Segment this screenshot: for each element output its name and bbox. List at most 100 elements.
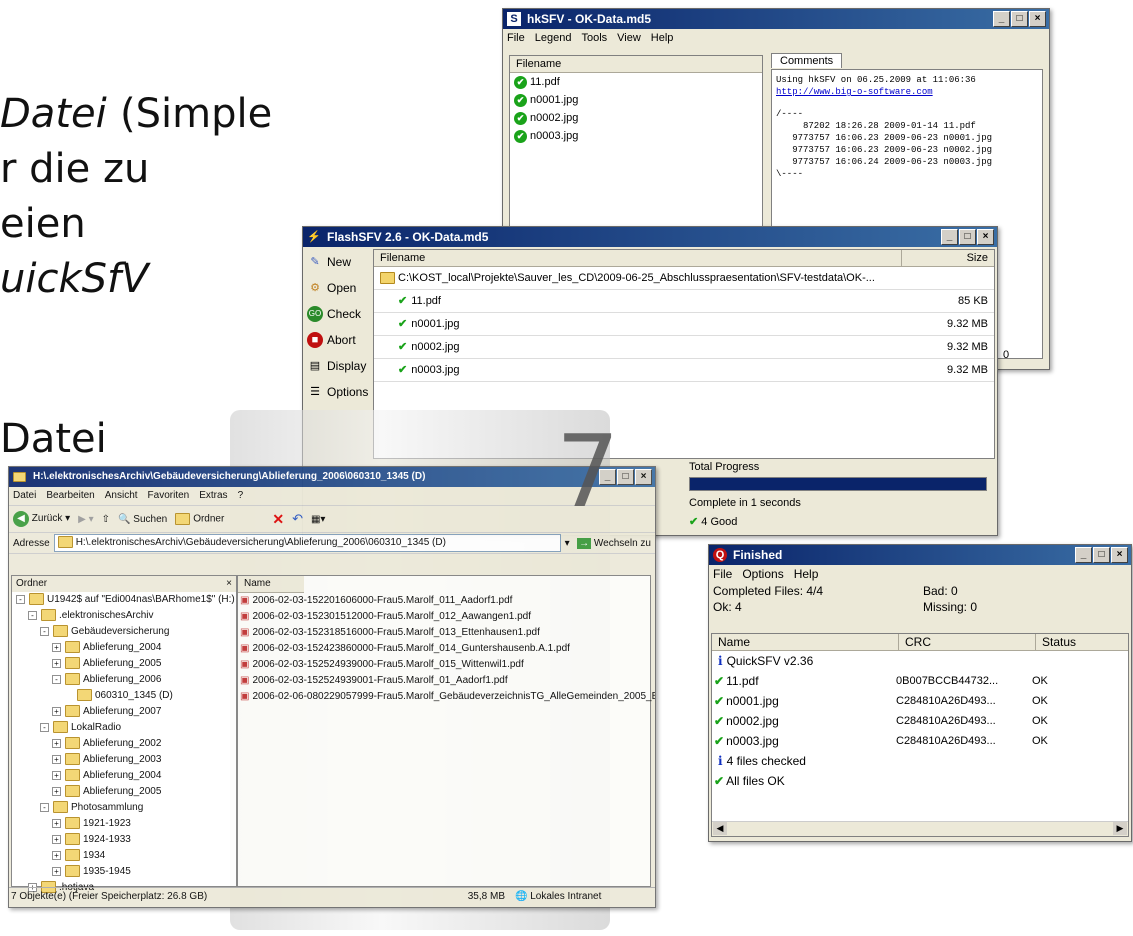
table-row[interactable]: ✔ n0003.jpg 9.32 MB bbox=[374, 359, 994, 382]
tree-close-button[interactable]: × bbox=[226, 576, 232, 592]
list-item[interactable]: ✔ n0003.jpg bbox=[514, 127, 762, 145]
tree-item[interactable]: + Ablieferung_2002 bbox=[16, 736, 236, 752]
col-name[interactable]: Name bbox=[712, 634, 899, 651]
list-item[interactable]: ▣ 2006-02-03-152423860000-Frau5.Marolf_01… bbox=[240, 641, 650, 657]
tree-item[interactable]: + Ablieferung_2005 bbox=[16, 784, 236, 800]
table-row[interactable]: ✔ n0001.jpg C284810A26D493... OK bbox=[714, 691, 1128, 711]
tree-item[interactable]: + Ablieferung_2004 bbox=[16, 768, 236, 784]
list-item[interactable]: ▣ 2006-02-03-152301512000-Frau5.Marolf_01… bbox=[240, 609, 650, 625]
table-row[interactable]: ✔ 11.pdf 0B007BCCB44732... OK bbox=[714, 671, 1128, 691]
list-item[interactable]: ✔ 11.pdf bbox=[514, 73, 762, 91]
search-button[interactable]: 🔍 Suchen bbox=[118, 514, 167, 525]
expand-icon[interactable]: + bbox=[52, 738, 61, 748]
col-crc[interactable]: CRC bbox=[899, 634, 1036, 651]
tree-item[interactable]: - Ablieferung_2006 bbox=[16, 672, 236, 688]
quicksfv-list[interactable]: Name CRC Status i QuickSFV v2.36 ✔ 11.pdf 0B… bbox=[711, 633, 1129, 837]
expand-icon[interactable]: + bbox=[52, 786, 61, 796]
list-item[interactable]: ▣ 2006-02-03-152201606000-Frau5.Marolf_01… bbox=[240, 593, 650, 609]
list-item[interactable]: ▣ 2006-02-03-152524939001-Frau5.Marolf_01… bbox=[240, 673, 650, 689]
tree-item[interactable]: - U1942$ auf "Edi004nas\BARhome1$" (H:) bbox=[16, 592, 236, 608]
flashsfv-titlebar[interactable]: ⚡ FlashSFV 2.6 - OK-Data.md5 _ □ × bbox=[303, 227, 997, 247]
h-scrollbar[interactable]: ◀ ▶ bbox=[712, 821, 1128, 836]
up-icon[interactable]: ⇧ bbox=[102, 514, 110, 525]
collapse-icon[interactable]: - bbox=[40, 626, 49, 636]
hksfv-col-filename[interactable]: Filename bbox=[510, 56, 762, 73]
views-icon[interactable]: ▦▾ bbox=[311, 514, 325, 525]
collapse-icon[interactable]: - bbox=[40, 802, 49, 812]
expand-icon[interactable]: + bbox=[52, 850, 61, 860]
hksfv-menu-tools[interactable]: Tools bbox=[581, 32, 607, 44]
quicksfv-menu-options[interactable]: Options bbox=[742, 567, 783, 581]
folders-button[interactable]: Ordner bbox=[175, 513, 224, 525]
tree-item[interactable]: - .elektronischesArchiv bbox=[16, 608, 236, 624]
maximize-button[interactable]: □ bbox=[959, 229, 976, 245]
tree-item[interactable]: + Ablieferung_2005 bbox=[16, 656, 236, 672]
table-row[interactable]: ✔ n0002.jpg C284810A26D493... OK bbox=[714, 711, 1128, 731]
explorer-menu-datei[interactable]: Datei bbox=[13, 490, 36, 501]
hksfv-menu-legend[interactable]: Legend bbox=[535, 32, 572, 44]
undo-icon[interactable]: ↶ bbox=[292, 511, 303, 527]
tree-item[interactable]: +1924-1933 bbox=[16, 832, 236, 848]
folder-tree[interactable]: Ordner × - U1942$ auf "Edi004nas\BARhome1… bbox=[11, 575, 237, 894]
table-row[interactable]: ✔ All files OK bbox=[714, 771, 1128, 791]
expand-icon[interactable]: + bbox=[52, 642, 61, 652]
collapse-icon[interactable]: - bbox=[52, 674, 61, 684]
close-button[interactable]: × bbox=[1111, 547, 1128, 563]
flashsfv-path-row[interactable]: C:\KOST_local\Projekte\Sauver_les_CD\200… bbox=[374, 267, 994, 290]
table-row[interactable]: i QuickSFV v2.36 bbox=[714, 651, 1128, 671]
table-row[interactable]: ✔ n0003.jpg C284810A26D493... OK bbox=[714, 731, 1128, 751]
explorer-menu-ansicht[interactable]: Ansicht bbox=[105, 490, 138, 501]
tree-item[interactable]: +1935-1945 bbox=[16, 864, 236, 880]
back-button[interactable]: ◀ Zurück ▾ bbox=[13, 511, 70, 527]
expand-icon[interactable]: + bbox=[52, 834, 61, 844]
new-button[interactable]: ✎ New bbox=[303, 249, 371, 275]
flashsfv-col-size[interactable]: Size bbox=[902, 250, 994, 267]
maximize-button[interactable]: □ bbox=[1093, 547, 1110, 563]
open-button[interactable]: ⚙ Open bbox=[303, 275, 371, 301]
expand-icon[interactable]: + bbox=[52, 770, 61, 780]
address-input[interactable]: H:\.elektronischesArchiv\Gebäudeversiche… bbox=[53, 534, 562, 552]
expand-icon[interactable]: + bbox=[52, 818, 61, 828]
tree-item[interactable]: + Ablieferung_2007 bbox=[16, 704, 236, 720]
expand-icon[interactable]: + bbox=[52, 658, 61, 668]
quicksfv-menu-file[interactable]: File bbox=[713, 567, 732, 581]
flashsfv-col-filename[interactable]: Filename bbox=[374, 250, 902, 267]
table-row[interactable]: i4 files checked bbox=[714, 751, 1128, 771]
expand-icon[interactable]: + bbox=[52, 706, 61, 716]
minimize-button[interactable]: _ bbox=[993, 11, 1010, 27]
hksfv-comments-tab[interactable]: Comments bbox=[771, 53, 843, 68]
col-name[interactable]: Name bbox=[238, 576, 304, 593]
collapse-icon[interactable]: - bbox=[40, 722, 49, 732]
tree-item[interactable]: 060310_1345 (D) bbox=[16, 688, 236, 704]
table-row[interactable]: ✔ 11.pdf 85 KB bbox=[374, 290, 994, 313]
explorer-menu-[interactable]: ? bbox=[238, 490, 244, 501]
go-button[interactable]: → Wechseln zu bbox=[577, 537, 651, 549]
options-button[interactable]: ☰ Options bbox=[303, 379, 371, 405]
file-list[interactable]: Name ▣ 2006-02-03-152201606000-Frau5.Maro… bbox=[237, 575, 655, 887]
hksfv-comment-link[interactable]: http://www.big-o-software.com bbox=[776, 86, 1038, 98]
abort-button[interactable]: ■ Abort bbox=[303, 327, 371, 353]
minimize-button[interactable]: _ bbox=[941, 229, 958, 245]
quicksfv-menu-help[interactable]: Help bbox=[794, 567, 819, 581]
close-button[interactable]: × bbox=[635, 469, 652, 485]
hksfv-menu-help[interactable]: Help bbox=[651, 32, 674, 44]
list-item[interactable]: ✔ n0002.jpg bbox=[514, 109, 762, 127]
explorer-menu-bearbeiten[interactable]: Bearbeiten bbox=[46, 490, 94, 501]
collapse-icon[interactable]: - bbox=[28, 610, 37, 620]
scroll-right-icon[interactable]: ▶ bbox=[1113, 822, 1127, 835]
list-item[interactable]: ✔ n0001.jpg bbox=[514, 91, 762, 109]
hksfv-menu-view[interactable]: View bbox=[617, 32, 641, 44]
close-button[interactable]: × bbox=[1029, 11, 1046, 27]
delete-icon[interactable]: ✕ bbox=[272, 511, 284, 528]
address-dropdown[interactable]: ▾ bbox=[561, 538, 573, 549]
hksfv-menu-file[interactable]: File bbox=[507, 32, 525, 44]
list-item[interactable]: ▣ 2006-02-03-152318516000-Frau5.Marolf_01… bbox=[240, 625, 650, 641]
expand-icon[interactable]: + bbox=[52, 754, 61, 764]
explorer-menu-extras[interactable]: Extras bbox=[199, 490, 227, 501]
tree-item[interactable]: - Photosammlung bbox=[16, 800, 236, 816]
collapse-icon[interactable]: - bbox=[16, 594, 25, 604]
tree-item[interactable]: - Gebäudeversicherung bbox=[16, 624, 236, 640]
tree-item[interactable]: + Ablieferung_2004 bbox=[16, 640, 236, 656]
list-item[interactable]: ▣ 2006-02-06-080229057999-Frau5.Marolf_Ge… bbox=[240, 689, 655, 705]
hksfv-titlebar[interactable]: S hkSFV - OK-Data.md5 _ □ × bbox=[503, 9, 1049, 29]
